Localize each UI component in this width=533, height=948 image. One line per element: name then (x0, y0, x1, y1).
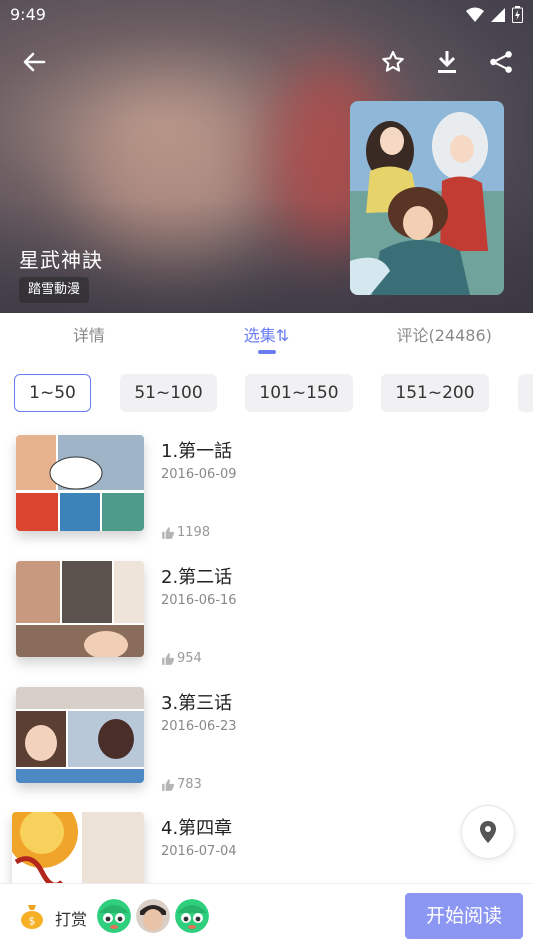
thumb-up-icon (162, 778, 175, 791)
status-bar: 9:49 (0, 0, 533, 30)
comic-header: 9:49 星武神訣 踏雪動漫 (0, 0, 533, 313)
money-bag-icon: $ (21, 905, 43, 929)
episode-likes: 954 (161, 651, 202, 666)
status-time: 9:49 (10, 5, 46, 24)
range-chip-partial[interactable] (518, 374, 533, 412)
episode-date: 2016-06-23 (161, 719, 237, 734)
episode-thumbnail (16, 687, 144, 783)
signal-icon (491, 7, 505, 22)
svg-text:$: $ (29, 915, 36, 928)
episode-title: 2.第二话 (161, 567, 233, 588)
episode-likes: 783 (161, 777, 202, 792)
episode-thumbnail (12, 812, 144, 883)
episode-title: 4.第四章 (161, 818, 233, 839)
back-button[interactable] (18, 46, 50, 78)
thumb-up-icon (162, 526, 175, 539)
episode-item[interactable]: 3.第三话 2016-06-23 783 (0, 687, 533, 807)
tab-bar: 详情 选集⇅ 评论(24486) (0, 313, 533, 363)
share-button[interactable] (485, 46, 517, 78)
range-chip[interactable]: 51~100 (120, 374, 217, 412)
bottom-action-bar: $ 打赏 开始阅读 (0, 883, 533, 948)
episode-range-selector: 1~50 51~100 101~150 151~200 (0, 374, 533, 414)
comic-cover (350, 101, 504, 295)
location-pin-icon (480, 821, 496, 843)
comic-title: 星武神訣 (19, 248, 103, 272)
battery-icon (512, 6, 523, 23)
episode-item[interactable]: 4.第四章 2016-07-04 (0, 812, 533, 883)
episode-item[interactable]: 2.第二话 2016-06-16 954 (0, 561, 533, 681)
tab-episodes-label: 选集⇅ (243, 326, 290, 345)
episode-title: 3.第三话 (161, 693, 233, 714)
favorite-button[interactable] (377, 46, 409, 78)
locate-current-episode-button[interactable] (461, 805, 515, 859)
episode-likes: 1198 (161, 525, 210, 540)
range-chip[interactable]: 101~150 (245, 374, 353, 412)
active-tab-indicator (257, 350, 276, 354)
episode-thumbnail (16, 435, 144, 531)
avatar[interactable] (136, 899, 170, 933)
star-outline-icon (382, 50, 404, 72)
episode-title: 1.第一話 (161, 441, 233, 462)
comic-author-badge[interactable]: 踏雪動漫 (19, 277, 90, 303)
tab-details[interactable]: 详情 (0, 313, 178, 363)
range-chip[interactable]: 1~50 (14, 374, 91, 412)
download-button[interactable] (431, 46, 463, 78)
range-chip[interactable]: 151~200 (381, 374, 489, 412)
episode-likes-count: 1198 (177, 525, 211, 540)
tab-comments[interactable]: 评论(24486) (355, 313, 533, 363)
tab-episodes[interactable]: 选集⇅ (178, 313, 356, 363)
episode-date: 2016-06-16 (161, 593, 237, 608)
episode-likes-count: 783 (177, 777, 202, 792)
avatar[interactable] (175, 899, 209, 933)
episode-thumbnail (16, 561, 144, 657)
thumb-up-icon (162, 652, 175, 665)
episode-date: 2016-06-09 (161, 467, 237, 482)
arrow-left-icon (23, 52, 46, 72)
share-icon (490, 51, 512, 73)
tip-label[interactable]: 打赏 (55, 906, 87, 930)
avatar[interactable] (97, 899, 131, 933)
wifi-icon (466, 7, 484, 22)
start-reading-button[interactable]: 开始阅读 (405, 893, 523, 939)
tip-button[interactable]: $ (18, 902, 46, 930)
episode-likes-count: 954 (177, 651, 202, 666)
episode-date: 2016-07-04 (161, 844, 237, 859)
episode-item[interactable]: 1.第一話 2016-06-09 1198 (0, 435, 533, 555)
download-icon (438, 51, 456, 73)
